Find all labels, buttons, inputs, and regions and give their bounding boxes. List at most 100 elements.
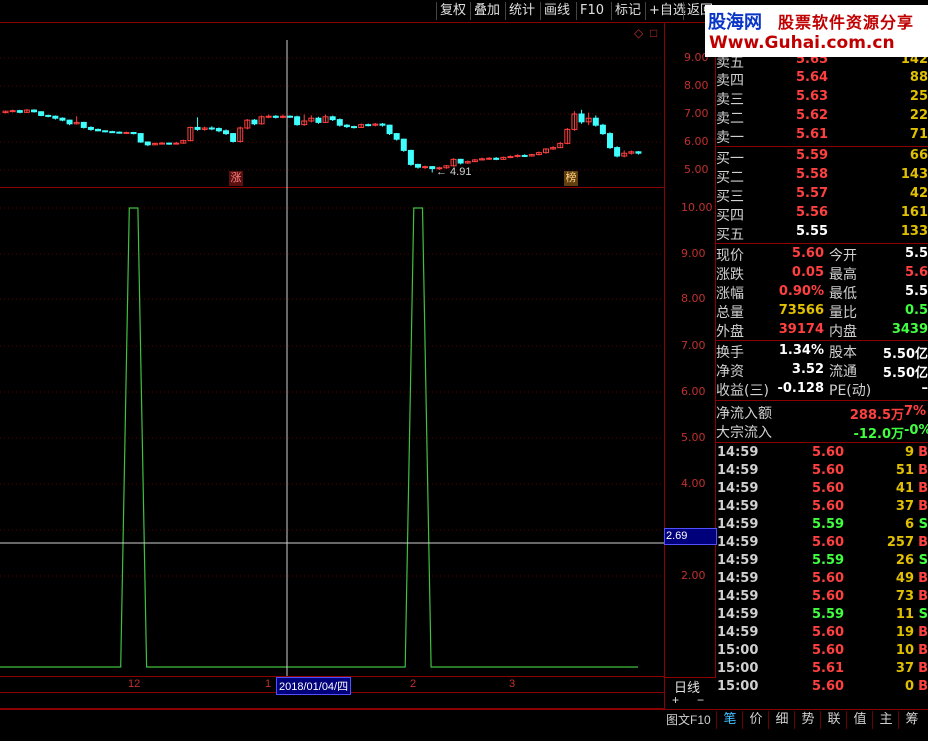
- flow-label: 大宗流入: [716, 425, 772, 441]
- tick-row: 14:59 5.59 11 S: [716, 607, 928, 625]
- candle-body: [159, 142, 165, 145]
- stat-label: PE(动): [829, 383, 872, 399]
- crosshair-value: 2.69: [664, 528, 717, 545]
- candle-body: [208, 127, 215, 130]
- ask-row[interactable]: 卖一 5.61 71: [716, 127, 928, 146]
- ask-volume: 88: [909, 70, 928, 85]
- stat-value: 5.6: [904, 265, 928, 280]
- bottom-tab[interactable]: 联: [820, 711, 847, 729]
- bid-row[interactable]: 买一 5.59 66: [716, 148, 928, 167]
- y-tick-label: 5.00: [684, 163, 709, 176]
- candle-body: [123, 131, 130, 134]
- bid-label: 买三: [716, 189, 744, 205]
- ask-row[interactable]: 卖四 5.64 88: [716, 70, 928, 89]
- tick-volume: 19: [895, 625, 914, 640]
- flow-value: 288.5万: [849, 408, 904, 423]
- ranking-tag[interactable]: 榜: [564, 171, 578, 186]
- stat-label: 现价: [716, 248, 744, 264]
- bottom-tab[interactable]: 值: [846, 711, 873, 729]
- bid-row[interactable]: 买二 5.58 143: [716, 167, 928, 186]
- watermark-brand: 股海网: [708, 12, 762, 33]
- bid-row[interactable]: 买三 5.57 42: [716, 186, 928, 205]
- bottom-tab[interactable]: 细: [768, 711, 795, 729]
- bid-volume: 42: [909, 186, 928, 201]
- f10-tab[interactable]: 图文F10: [666, 711, 711, 728]
- candle-body: [294, 116, 301, 126]
- tick-time: 14:59: [717, 463, 759, 478]
- tick-row: 14:59 5.60 19 B: [716, 625, 928, 643]
- candle-body: [521, 154, 528, 157]
- tick-price: 5.60: [812, 679, 845, 694]
- candle-body: [614, 147, 621, 157]
- ask-row[interactable]: 卖二 5.62 22: [716, 108, 928, 127]
- zoom-out-button[interactable]: −: [697, 693, 704, 707]
- bid-label: 买四: [716, 208, 744, 224]
- candle-body: [493, 157, 500, 160]
- divider: [716, 243, 928, 244]
- tick-time: 15:00: [717, 661, 759, 676]
- bid-row[interactable]: 买五 5.55 133: [716, 224, 928, 243]
- y-tick-label: 9.00: [681, 247, 706, 260]
- flow-ratio: 7%: [904, 404, 927, 419]
- tick-direction: B: [918, 625, 928, 640]
- candle-body: [9, 110, 16, 113]
- candle-body: [592, 117, 599, 126]
- candle-body: [166, 142, 173, 145]
- tick-direction: B: [918, 481, 928, 496]
- bid-volume: 161: [900, 205, 928, 220]
- bid-row[interactable]: 买四 5.56 161: [716, 205, 928, 224]
- stat-value: 5.5: [904, 284, 928, 299]
- tick-direction: B: [918, 643, 928, 658]
- stat-value: 5.50亿: [882, 366, 928, 381]
- tick-price: 5.59: [812, 607, 845, 622]
- ask-volume: 25: [909, 89, 928, 104]
- watermark-url: Www.Guhai.com.cn: [709, 33, 895, 53]
- tick-time: 15:00: [717, 643, 759, 658]
- stat-label: 今开: [829, 248, 857, 264]
- bottom-tab[interactable]: 价: [742, 711, 769, 729]
- tick-volume: 51: [895, 463, 914, 478]
- candle-body: [130, 131, 137, 135]
- stat-value: 39174: [778, 322, 824, 337]
- ask-row[interactable]: 卖三 5.63 25: [716, 89, 928, 108]
- bottom-tab[interactable]: 笔: [716, 711, 743, 729]
- tick-row: 14:59 5.60 73 B: [716, 589, 928, 607]
- bid-price: 5.59: [796, 148, 829, 163]
- tick-price: 5.60: [812, 481, 845, 496]
- candle-body: [343, 124, 350, 128]
- bottom-tab[interactable]: 势: [794, 711, 821, 729]
- candle-body: [386, 124, 393, 135]
- tick-row: 15:00 5.60 10 B: [716, 643, 928, 661]
- candle-body: [607, 133, 613, 149]
- bottom-tab[interactable]: 主: [872, 711, 899, 729]
- tick-row: 14:59 5.60 49 B: [716, 571, 928, 589]
- chart-canvas[interactable]: [0, 0, 664, 710]
- limit-up-tag[interactable]: 涨: [229, 171, 243, 186]
- y-tick-label: 6.00: [681, 385, 706, 398]
- stat-label: 最低: [829, 286, 857, 302]
- candle-body: [329, 116, 336, 121]
- stat-label: 换手: [716, 345, 744, 361]
- ask-volume: 22: [909, 108, 928, 123]
- tick-volume: 11: [895, 607, 914, 622]
- zoom-in-button[interactable]: +: [672, 693, 679, 707]
- stat-label: 涨幅: [716, 286, 744, 302]
- candle-body: [429, 166, 436, 170]
- stat-value: 3439: [891, 322, 928, 337]
- candle-body: [52, 115, 59, 119]
- candle-body: [194, 126, 201, 130]
- tick-time: 14:59: [717, 607, 759, 622]
- x-label-1: 1: [265, 678, 272, 690]
- flow-value: -12.0万: [853, 427, 904, 442]
- ask-label: 卖一: [716, 130, 744, 146]
- stat-value: 73566: [778, 303, 824, 318]
- tick-price: 5.61: [812, 661, 845, 676]
- bottom-tab[interactable]: 筹: [898, 711, 925, 729]
- stat-label: 收益(三): [716, 383, 769, 399]
- candle-body: [315, 117, 322, 123]
- tick-price: 5.60: [812, 589, 845, 604]
- tick-direction: B: [918, 571, 928, 586]
- candle-body: [635, 151, 642, 154]
- stat-value: 5.50亿: [882, 347, 928, 362]
- tick-price: 5.60: [812, 445, 845, 460]
